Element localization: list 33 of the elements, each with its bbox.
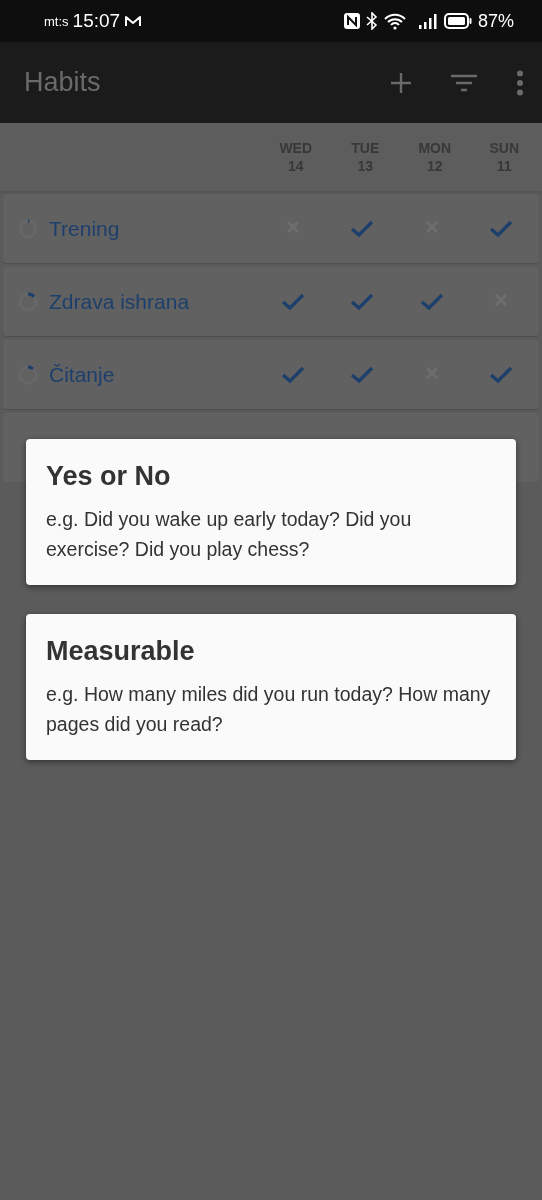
progress-ring-icon xyxy=(17,290,39,313)
check-icon[interactable] xyxy=(280,365,305,384)
progress-ring-icon xyxy=(17,363,39,386)
check-icon[interactable] xyxy=(350,219,375,238)
check-icon[interactable] xyxy=(350,365,375,384)
battery-percentage: 87% xyxy=(477,10,514,32)
check-icon[interactable] xyxy=(419,292,444,311)
option-title: Measurable xyxy=(46,636,196,667)
clock: 15:07 xyxy=(72,10,121,32)
nfc-icon xyxy=(343,13,360,29)
habit-name[interactable]: Trening xyxy=(49,216,258,241)
option-card[interactable]: Measurable e.g. How many miles did you run today? How many pages did you read? xyxy=(26,614,516,760)
option-description: e.g. Did you wake up early today? Did you exercise? Did you play chess? xyxy=(46,507,413,562)
progress-ring-icon xyxy=(17,217,39,240)
wifi-icon xyxy=(383,12,406,30)
bluetooth-icon xyxy=(365,12,378,30)
app-title: Habits xyxy=(24,67,101,98)
signal-icon xyxy=(417,13,438,29)
check-icon[interactable] xyxy=(350,292,375,311)
battery-icon xyxy=(443,13,472,29)
check-icon[interactable] xyxy=(489,365,514,384)
mail-icon xyxy=(124,14,143,28)
add-icon[interactable] xyxy=(390,71,412,94)
option-title: Yes or No xyxy=(46,461,172,492)
habit-name[interactable]: Čitanje xyxy=(49,362,258,387)
more-options-icon[interactable] xyxy=(516,69,524,96)
option-description: e.g. How many miles did you run today? How many pages did you read? xyxy=(46,682,492,737)
option-card[interactable]: Yes or No e.g. Did you wake up early today? Did you exercise? Did you play chess? xyxy=(26,439,516,585)
check-icon[interactable] xyxy=(489,219,514,238)
carrier-label: mt:s xyxy=(44,13,69,29)
habit-name[interactable]: Zdrava ishrana xyxy=(49,289,258,314)
check-icon[interactable] xyxy=(280,292,305,311)
filter-icon[interactable] xyxy=(450,72,478,93)
